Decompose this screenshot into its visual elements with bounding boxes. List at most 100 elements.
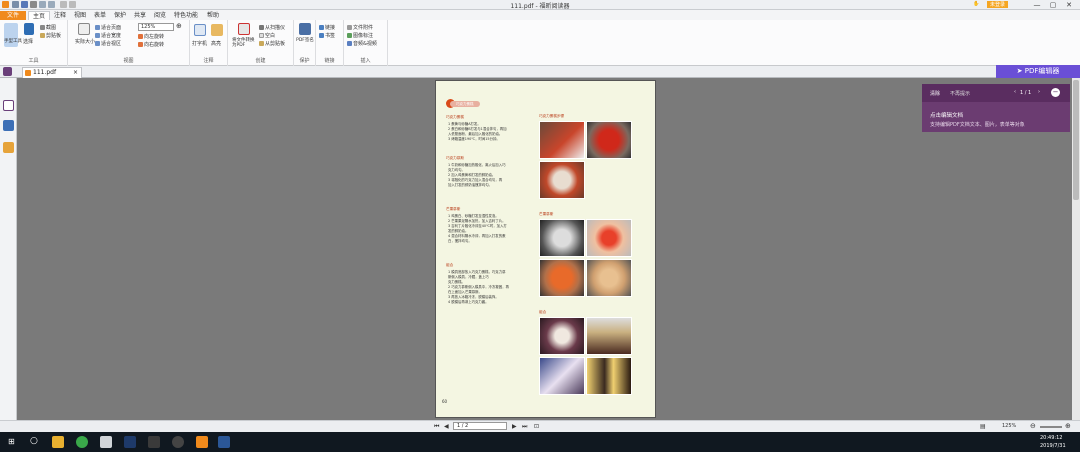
pdf-sign-icon[interactable] xyxy=(299,23,311,35)
fit-icon[interactable]: ⊡ xyxy=(534,423,539,430)
scrollbar-thumb[interactable] xyxy=(1073,80,1079,200)
layers-panel-icon[interactable] xyxy=(3,142,14,153)
group-protect: PDF签名 保护 xyxy=(294,20,316,66)
image-annotation-button[interactable]: 图像标注 xyxy=(347,32,373,39)
rotate-left-button[interactable]: 向左旋转 xyxy=(138,33,164,40)
zoom-in-icon[interactable]: ⊕ xyxy=(176,22,182,30)
convert-to-pdf-icon[interactable] xyxy=(238,23,250,35)
windows-start-icon[interactable]: ⊞ xyxy=(8,437,15,446)
audio-video-label: 音频&视频 xyxy=(353,41,377,47)
clipboard-button[interactable]: 剪贴板 xyxy=(40,32,61,39)
highlight-icon[interactable] xyxy=(211,24,223,36)
zoom-out-icon[interactable]: ⊖ xyxy=(1030,422,1036,430)
fit-width-button[interactable]: 适合宽度 xyxy=(95,32,121,39)
vertical-scrollbar[interactable] xyxy=(1072,78,1080,420)
app-icon[interactable] xyxy=(100,436,112,448)
page-number-input[interactable]: 1 / 2 xyxy=(453,422,507,430)
word-icon[interactable] xyxy=(218,436,230,448)
prev-tip-icon[interactable]: ‹ xyxy=(1014,89,1016,95)
collapse-icon[interactable]: − xyxy=(1051,88,1060,97)
tab-form[interactable]: 表单 xyxy=(90,11,110,20)
panel-header: 清除 不再提示 ‹ 1 / 1 › − xyxy=(922,84,1070,102)
rotate-right-button[interactable]: 向右旋转 xyxy=(138,41,164,48)
document-tab[interactable]: 111.pdf × xyxy=(22,67,82,78)
fit-visible-button[interactable]: 适合视区 xyxy=(95,40,121,47)
audio-video-button[interactable]: 音频&视频 xyxy=(347,40,377,47)
zoom-level[interactable]: 125% xyxy=(1002,423,1016,429)
highlight-label[interactable]: 高亮 xyxy=(211,40,221,47)
first-page-icon[interactable]: ⏮ xyxy=(434,423,439,431)
text-line: 加入打发的鲜奶油搅拌均匀。 xyxy=(448,183,493,187)
clear-button[interactable]: 清除 xyxy=(930,90,940,97)
rotate-left-label: 向左旋转 xyxy=(144,34,165,40)
blank-button[interactable]: 空白 xyxy=(259,32,275,39)
close-tab-icon[interactable]: × xyxy=(73,68,78,78)
typewriter-label[interactable]: 打字机 xyxy=(192,40,207,47)
next-page-icon[interactable]: ▶ xyxy=(512,423,517,430)
tab-file[interactable]: 文件 xyxy=(0,11,26,20)
rotate-right-icon xyxy=(138,42,143,47)
tab-share[interactable]: 共享 xyxy=(130,11,150,20)
minimize-button[interactable]: — xyxy=(1030,0,1044,10)
tab-protect[interactable]: 保护 xyxy=(110,11,130,20)
pdf-editor-icon: ➤ xyxy=(1016,67,1025,75)
photoshop-icon[interactable] xyxy=(124,436,136,448)
actual-size-label[interactable]: 实际大小 xyxy=(75,38,95,45)
from-scanner-label: 从扫描仪 xyxy=(265,25,286,31)
zoom-in-status-icon[interactable]: ⊕ xyxy=(1065,422,1071,430)
pdf-sign-label[interactable]: PDF签名 xyxy=(296,38,314,43)
tab-home[interactable]: 主页 xyxy=(28,11,50,20)
select-icon[interactable] xyxy=(24,23,34,35)
link-button[interactable]: 链接 xyxy=(319,24,335,31)
login-button[interactable]: 未登录 xyxy=(987,1,1009,8)
search-taskbar-icon[interactable]: ○ xyxy=(30,436,38,446)
close-button[interactable]: ✕ xyxy=(1062,0,1076,10)
last-page-icon[interactable]: ⏭ xyxy=(522,423,527,431)
file-attachment-button[interactable]: 文件附件 xyxy=(347,24,373,31)
tab-comment[interactable]: 注释 xyxy=(50,11,70,20)
pdf-page[interactable]: 巧克力蛋糕 巧克力蛋糕 1 蛋黄与砂糖A打发。 2 蛋白和砂糖B打发与1混合拌匀… xyxy=(435,80,656,418)
from-scanner-button[interactable]: 从扫描仪 xyxy=(259,24,285,31)
zoom-select[interactable]: 125% xyxy=(138,23,174,31)
zoom-slider[interactable] xyxy=(1040,426,1062,428)
page-thumbnail-icon[interactable] xyxy=(3,100,14,111)
no-prompt-button[interactable]: 不再提示 xyxy=(950,90,970,97)
file-explorer-icon[interactable] xyxy=(52,436,64,448)
tab-view[interactable]: 视图 xyxy=(70,11,90,20)
pdf-editor-button[interactable]: ➤ PDF编辑器 xyxy=(996,65,1080,78)
bookmark-button[interactable]: 书签 xyxy=(319,32,335,39)
group-links: 链接 书签 链接 xyxy=(316,20,344,66)
maximize-button[interactable]: ▢ xyxy=(1046,0,1060,10)
blank-icon xyxy=(259,33,264,38)
view-mode-icon[interactable]: ▤ xyxy=(980,423,986,430)
tab-read[interactable]: 阅览 xyxy=(150,11,170,20)
hand-tool-label[interactable]: 手型工具 xyxy=(4,38,22,44)
page-badge: 巧克力蛋糕 xyxy=(450,101,480,107)
tab-features[interactable]: 特色功能 xyxy=(170,11,202,20)
select-label[interactable]: 选择 xyxy=(23,38,33,45)
edit-document-link[interactable]: 点击编辑文档 xyxy=(930,111,963,119)
prev-page-icon[interactable]: ◀ xyxy=(444,423,449,430)
group-label-comment: 注释 xyxy=(203,58,214,64)
clock-time[interactable]: 20:49:12 xyxy=(1040,435,1062,441)
convert-to-pdf-label[interactable]: 将文件转换为PDF xyxy=(232,38,258,48)
group-label-create: 创建 xyxy=(255,58,266,64)
hand-icon[interactable]: ✋ xyxy=(973,1,979,7)
foxit-taskbar-icon[interactable] xyxy=(196,436,208,448)
typewriter-icon[interactable] xyxy=(194,24,206,36)
fit-page-button[interactable]: 适合页面 xyxy=(95,24,121,31)
sidebar-toggle-icon[interactable] xyxy=(3,67,12,76)
app3-icon[interactable] xyxy=(172,436,184,448)
bookmarks-panel-icon[interactable] xyxy=(3,120,14,131)
app2-icon[interactable] xyxy=(148,436,160,448)
screenshot-button[interactable]: 截图 xyxy=(40,24,56,31)
next-tip-icon[interactable]: › xyxy=(1038,89,1040,95)
browser-icon[interactable] xyxy=(76,436,88,448)
tab-help[interactable]: 帮助 xyxy=(203,11,223,20)
clock-date[interactable]: 2019/7/31 xyxy=(1040,443,1066,449)
fit-page-icon xyxy=(95,25,100,30)
actual-size-icon[interactable] xyxy=(78,23,90,35)
title-bar: 111.pdf - 福昕阅读器 ✋ 未登录 — ▢ ✕ xyxy=(0,0,1080,10)
from-clipboard-button[interactable]: 从剪贴板 xyxy=(259,40,285,47)
step-photo xyxy=(539,219,585,257)
